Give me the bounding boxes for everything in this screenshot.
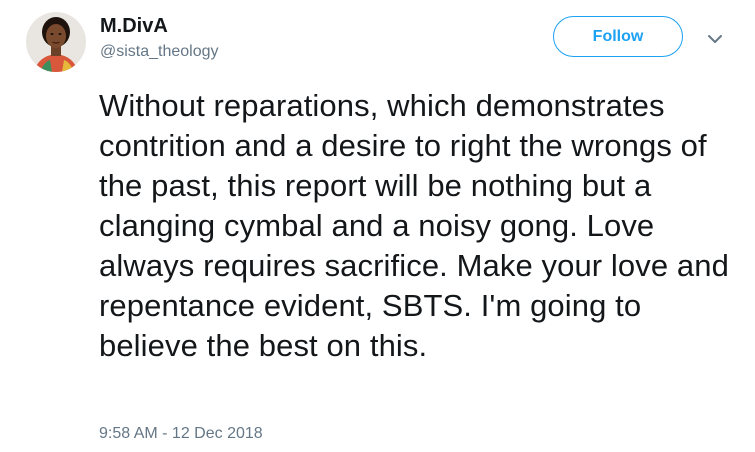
tweet-timestamp[interactable]: 9:58 AM - 12 Dec 2018 <box>99 424 263 444</box>
avatar-image <box>26 12 86 72</box>
follow-button[interactable]: Follow <box>553 16 683 57</box>
display-name[interactable]: M.DivA <box>100 14 219 38</box>
tweet-card: M.DivA @sista_theology Follow Without re… <box>0 0 755 452</box>
user-info: M.DivA @sista_theology <box>100 14 219 63</box>
tweet-text: Without reparations, which demonstrates … <box>99 88 729 363</box>
user-handle[interactable]: @sista_theology <box>100 41 219 63</box>
avatar[interactable] <box>26 12 86 72</box>
chevron-down-icon[interactable] <box>706 32 724 46</box>
